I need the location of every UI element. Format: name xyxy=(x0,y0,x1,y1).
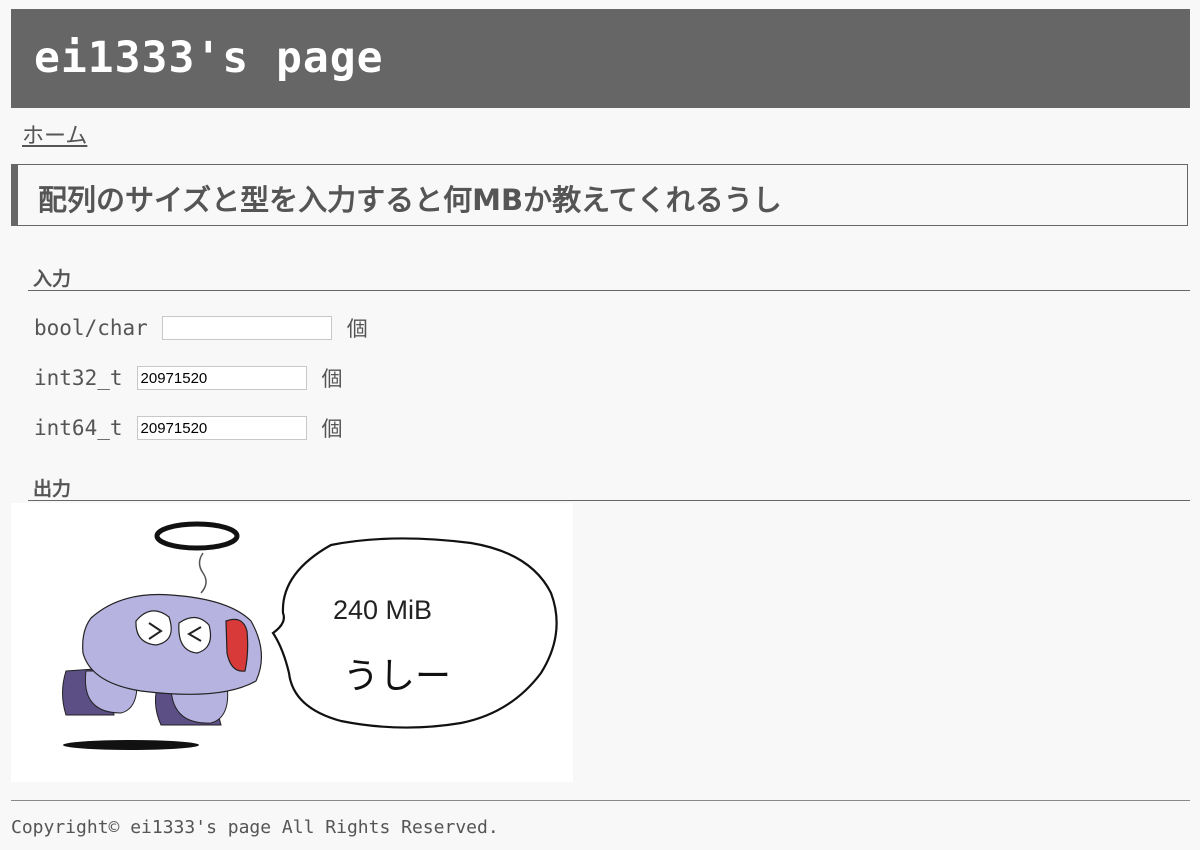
bool-char-label: bool/char xyxy=(34,316,148,340)
int64-label: int64_t xyxy=(34,416,123,440)
site-header: ei1333's page xyxy=(11,9,1190,108)
int32-label: int32_t xyxy=(34,366,123,390)
ushi-shadow xyxy=(63,740,199,750)
bool-char-count-input[interactable] xyxy=(161,316,332,340)
halo-string xyxy=(198,552,207,594)
bubble-cry-text: うしー xyxy=(343,656,451,697)
int32-unit: 個 xyxy=(321,367,343,391)
input-row-int64: int64_t 個 xyxy=(34,413,343,443)
home-link[interactable]: ホーム xyxy=(22,118,87,150)
input-section-heading: 入力 xyxy=(28,262,1190,291)
int64-count-input[interactable] xyxy=(136,416,307,440)
site-title[interactable]: ei1333's page xyxy=(34,33,384,83)
bubble-size-text: 240 MiB xyxy=(333,595,432,625)
footer-divider xyxy=(11,800,1190,801)
bool-char-unit: 個 xyxy=(346,317,368,341)
ushi-illustration: 240 MiB うしー xyxy=(11,503,573,782)
article-title: 配列のサイズと型を入力すると何MBか教えてくれるうし xyxy=(38,183,782,217)
input-section-label: 入力 xyxy=(33,268,72,290)
input-row-int32: int32_t 個 xyxy=(34,363,343,393)
input-row-bool-char: bool/char 個 xyxy=(34,313,368,343)
copyright-text: Copyright© ei1333's page All Rights Rese… xyxy=(11,817,499,838)
ushi-drawing: 240 MiB うしー xyxy=(62,521,558,750)
int32-count-input[interactable] xyxy=(136,366,307,390)
speech-bubble xyxy=(271,537,558,729)
int64-unit: 個 xyxy=(321,417,343,441)
article-title-box: 配列のサイズと型を入力すると何MBか教えてくれるうし xyxy=(11,164,1188,226)
output-section-heading: 出力 xyxy=(28,472,1190,501)
output-section-label: 出力 xyxy=(33,478,72,500)
halo xyxy=(154,521,240,551)
